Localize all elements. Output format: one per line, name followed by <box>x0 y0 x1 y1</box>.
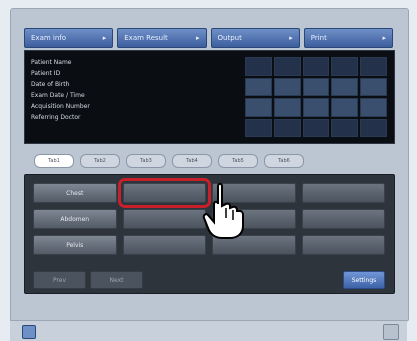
thumbnail-cell[interactable] <box>331 98 359 117</box>
thumbnail-cell[interactable] <box>302 77 330 96</box>
thumbnail-cell[interactable] <box>360 77 387 96</box>
exam-button-pelvis[interactable]: Pelvis <box>33 235 117 255</box>
exam-button-empty[interactable] <box>301 183 385 203</box>
panel-bottom-left: Prev Next <box>33 271 143 289</box>
thumbnail-cell[interactable] <box>273 98 301 117</box>
thumbnail-cell[interactable] <box>245 98 272 117</box>
info-line-2: Patient ID <box>31 70 61 77</box>
thumbnail-cell[interactable] <box>360 118 387 137</box>
exam-button-chest[interactable]: Chest <box>33 183 117 203</box>
subtab-3[interactable]: Tab3 <box>126 154 166 168</box>
app-icon[interactable] <box>22 325 36 339</box>
exam-button-empty[interactable] <box>301 235 385 255</box>
thumbnail-grid <box>245 57 387 137</box>
thumbnail-cell[interactable] <box>302 118 330 137</box>
chevron-right-icon: ▸ <box>195 34 200 42</box>
info-line-1: Patient Name <box>31 59 72 66</box>
tab-print-label: Print <box>310 34 327 42</box>
thumbnail-cell[interactable] <box>360 98 387 117</box>
info-line-4: Exam Date / Time <box>31 92 85 99</box>
main-screen: Exam info ▸ Exam Result ▸ Output ▸ Print… <box>0 0 417 341</box>
next-button[interactable]: Next <box>90 271 143 289</box>
subtab-2[interactable]: Tab2 <box>80 154 120 168</box>
tab-output-label: Output <box>217 34 242 42</box>
thumbnail-cell[interactable] <box>273 77 301 96</box>
thumbnail-cell[interactable] <box>245 118 272 137</box>
patient-info-panel: Patient Name Patient ID Date of Birth Ex… <box>24 50 395 144</box>
info-line-6: Referring Doctor <box>31 114 81 121</box>
top-tab-bar: Exam info ▸ Exam Result ▸ Output ▸ Print… <box>24 28 393 48</box>
exam-button-empty[interactable] <box>122 235 206 255</box>
hand-pointer-icon <box>202 182 244 239</box>
thumbnail-cell[interactable] <box>302 57 330 76</box>
tab-exam-result[interactable]: Exam Result ▸ <box>117 28 207 48</box>
tab-print[interactable]: Print ▸ <box>303 28 393 48</box>
subtab-1[interactable]: Tab1 <box>34 154 74 168</box>
thumbnail-cell[interactable] <box>360 57 387 76</box>
info-line-5: Acquisition Number <box>31 103 90 110</box>
settings-button[interactable]: Settings <box>343 271 385 289</box>
thumbnail-cell[interactable] <box>273 118 301 137</box>
prev-button[interactable]: Prev <box>33 271 86 289</box>
chevron-right-icon: ▸ <box>382 34 386 42</box>
exam-button-empty[interactable] <box>122 209 206 229</box>
tab-exam-info[interactable]: Exam info ▸ <box>24 28 114 48</box>
thumbnail-cell[interactable] <box>331 118 359 137</box>
subtab-6[interactable]: Tab6 <box>264 154 304 168</box>
thumbnail-cell[interactable] <box>245 77 272 96</box>
thumbnail-cell[interactable] <box>302 98 330 117</box>
info-line-3: Date of Birth <box>31 81 70 88</box>
tab-exam-result-label: Exam Result <box>124 34 168 42</box>
panel-bottom-row: Prev Next Settings <box>33 271 385 289</box>
thumbnail-cell[interactable] <box>331 57 359 76</box>
subtab-5[interactable]: Tab5 <box>218 154 258 168</box>
chevron-right-icon: ▸ <box>102 34 107 42</box>
bottom-status-bar <box>10 320 407 341</box>
exam-button-empty-selected[interactable] <box>117 178 211 208</box>
tab-exam-info-label: Exam info <box>31 34 67 42</box>
thumbnail-cell[interactable] <box>245 57 272 76</box>
exam-button-empty[interactable] <box>301 209 385 229</box>
thumbnail-cell[interactable] <box>273 57 301 76</box>
thumbnail-cell[interactable] <box>331 77 359 96</box>
subtab-4[interactable]: Tab4 <box>172 154 212 168</box>
patient-info-lines: Patient Name Patient ID Date of Birth Ex… <box>31 57 90 123</box>
exam-button-abdomen[interactable]: Abdomen <box>33 209 117 229</box>
menu-icon[interactable] <box>383 324 399 340</box>
tab-output[interactable]: Output ▸ <box>210 28 300 48</box>
subtab-bar: Tab1 Tab2 Tab3 Tab4 Tab5 Tab6 <box>34 154 304 168</box>
chevron-right-icon: ▸ <box>289 34 293 42</box>
